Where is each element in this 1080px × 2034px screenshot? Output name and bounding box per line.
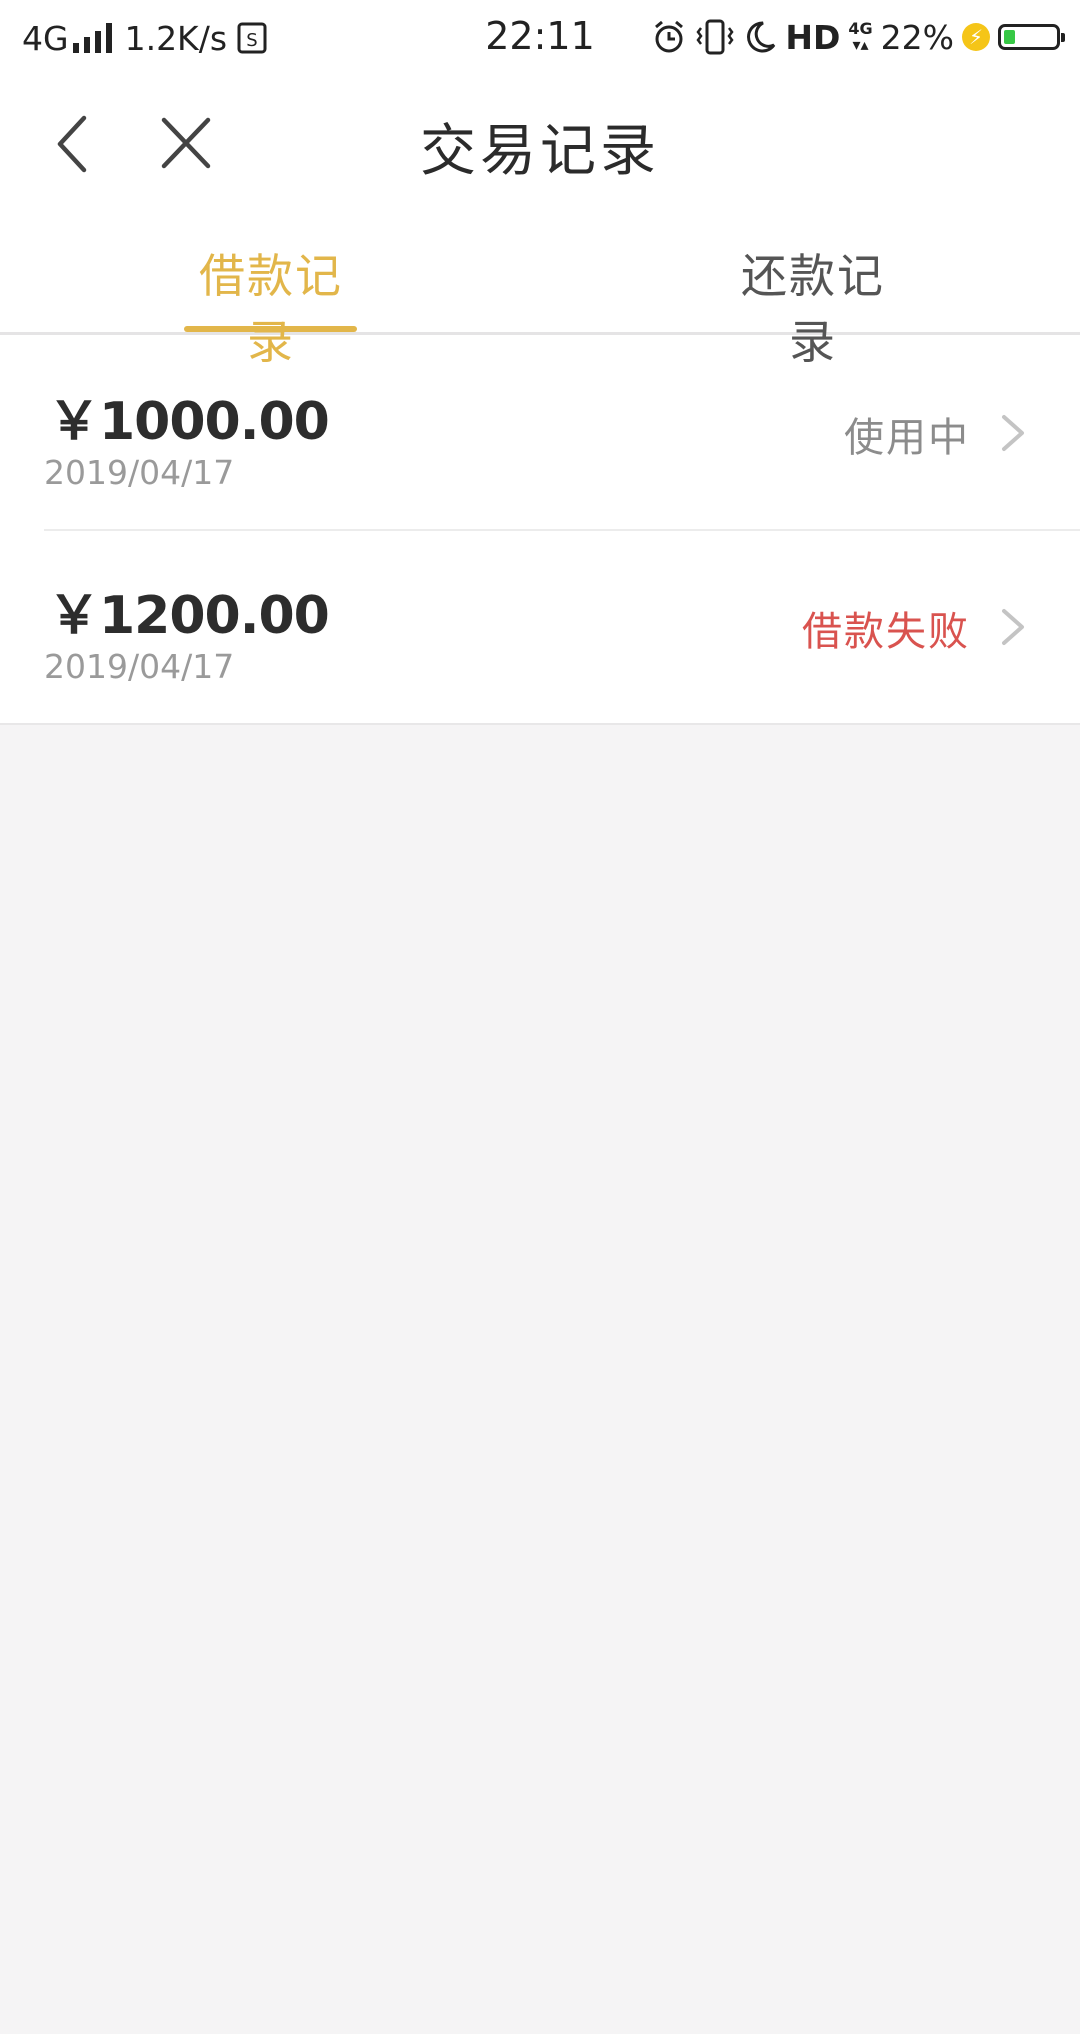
moon-icon	[747, 21, 776, 53]
net-4g-label: 4G	[848, 19, 873, 38]
list-item[interactable]: ￥1000.00 2019/04/17 使用中	[0, 335, 1080, 529]
status-right: HD 4G ▾▴ 22% ⚡	[643, 16, 1065, 58]
battery-percent: 22%	[880, 17, 954, 57]
chevron-right-icon	[1002, 415, 1024, 451]
page-title: 交易记录	[420, 119, 660, 184]
chevron-right-icon	[1002, 609, 1024, 645]
vibrate-icon	[696, 19, 734, 55]
record-list: ￥1000.00 2019/04/17 使用中 ￥1200.00 2019/04…	[0, 335, 1080, 725]
alarm-icon	[655, 20, 684, 53]
tab-active-indicator	[184, 326, 357, 332]
header-area: 4G 1.2K/s S 22:11 HD 4G ▾▴ 22% ⚡ 交易记录 借款…	[0, 0, 1080, 369]
record-date: 2019/04/17	[44, 647, 235, 686]
list-item[interactable]: ￥1200.00 2019/04/17 借款失败	[0, 529, 1080, 723]
charging-bolt-icon: ⚡	[962, 23, 990, 51]
nav-bar: 交易记录	[0, 74, 1080, 210]
record-amount: ￥1000.00	[48, 392, 330, 452]
record-date: 2019/04/17	[44, 453, 235, 492]
battery-level	[1004, 30, 1015, 44]
tab-bar: 借款记录 还款记录	[0, 210, 1080, 369]
net-4g-indicator: 4G ▾▴	[848, 19, 873, 54]
hd-label: HD	[785, 17, 841, 57]
status-bar: 4G 1.2K/s S 22:11 HD 4G ▾▴ 22% ⚡	[0, 0, 1080, 74]
record-amount: ￥1200.00	[48, 586, 330, 646]
record-status: 使用中	[844, 415, 970, 461]
record-status: 借款失败	[802, 609, 970, 655]
battery-icon	[998, 24, 1065, 50]
